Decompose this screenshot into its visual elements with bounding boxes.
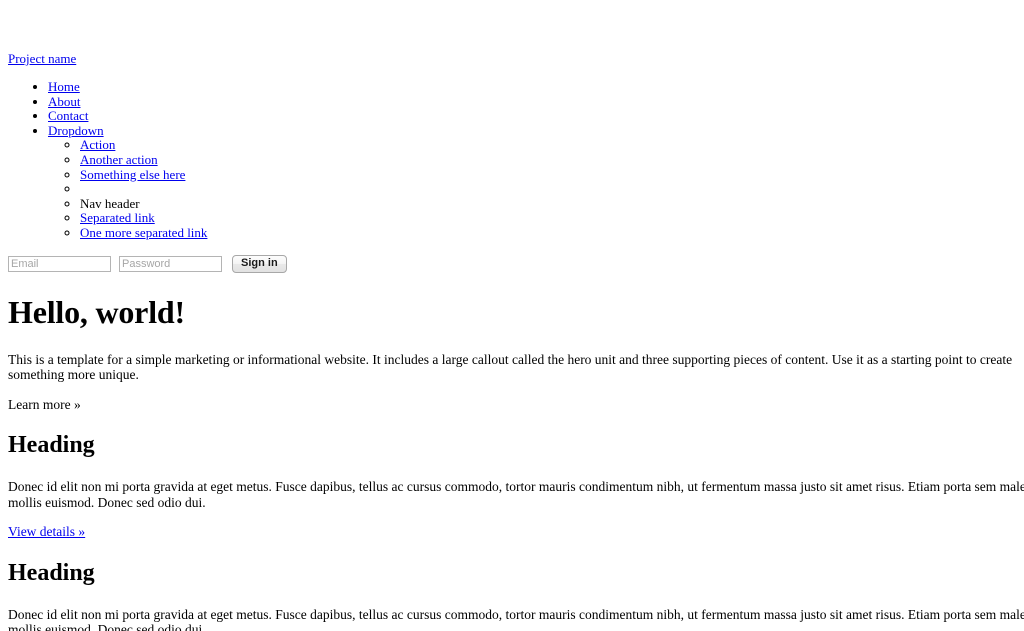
nav-item-contact: Contact <box>48 108 1024 124</box>
dropdown-item-action: Action <box>80 138 1024 153</box>
document-body: Project name Home About Contact Dropdown… <box>0 0 1024 631</box>
nav-link-about[interactable]: About <box>48 94 81 109</box>
dropdown-item-one-more-separated: One more separated link <box>80 225 1024 241</box>
email-field[interactable] <box>8 255 111 272</box>
view-details-link-1[interactable]: View details » <box>8 524 85 539</box>
nav-dropdown-toggle[interactable]: Dropdown <box>48 123 104 138</box>
dropdown-link-something-else[interactable]: Something else here <box>80 167 185 182</box>
dropdown-link-separated[interactable]: Separated link <box>80 210 155 226</box>
dropdown-link-action[interactable]: Action <box>80 137 115 153</box>
page-viewport: Project name Home About Contact Dropdown… <box>0 0 1024 631</box>
dropdown-link-another-action[interactable]: Another action <box>80 152 158 167</box>
dropdown-item-something-else: Something else here <box>80 167 1024 183</box>
nav-item-about: About <box>48 94 1024 110</box>
signin-form: Sign in <box>8 254 1024 273</box>
section-heading-2: Heading <box>8 559 95 586</box>
primary-nav: Home About Contact Dropdown Action Anoth… <box>8 79 1024 241</box>
nav-link-home[interactable]: Home <box>48 79 80 94</box>
section-body-2: Donec id elit non mi porta gravida at eg… <box>8 606 1024 631</box>
dropdown-item-another-action: Another action <box>80 152 1024 168</box>
dropdown-item-separated-link: Separated link <box>80 211 1024 226</box>
sign-in-button[interactable]: Sign in <box>232 254 287 273</box>
nav-item-dropdown: Dropdown Action Another action Something… <box>48 123 1024 241</box>
section-link-wrapper-1: View details » <box>8 524 1024 540</box>
section-body-1: Donec id elit non mi porta gravida at eg… <box>8 479 1024 510</box>
hero-cta[interactable]: Learn more » <box>8 397 1024 413</box>
brand-line: Project name <box>8 52 1024 66</box>
dropdown-divider <box>80 182 1024 197</box>
hero-title: Hello, world! <box>8 293 185 330</box>
nav-link-contact[interactable]: Contact <box>48 108 88 123</box>
section-heading-1: Heading <box>8 432 95 459</box>
password-field[interactable] <box>119 255 222 272</box>
hero-body: This is a template for a simple marketin… <box>8 351 1013 383</box>
dropdown-menu: Action Another action Something else her… <box>48 138 1024 240</box>
dropdown-link-one-more-separated[interactable]: One more separated link <box>80 225 207 240</box>
brand-link[interactable]: Project name <box>8 51 76 66</box>
nav-item-home: Home <box>48 79 1024 95</box>
dropdown-nav-header: Nav header <box>80 196 1024 212</box>
